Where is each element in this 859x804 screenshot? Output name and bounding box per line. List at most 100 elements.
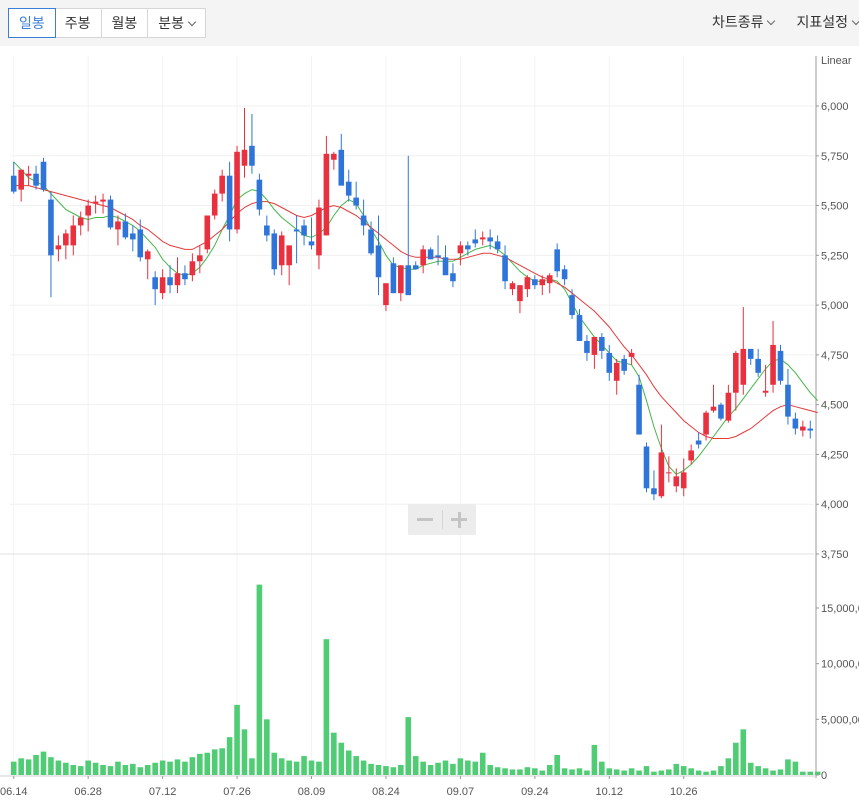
time-tick-label: 10.26 (670, 786, 698, 798)
volume-bar (695, 770, 702, 775)
volume-bar (323, 639, 330, 775)
price-tick-label: 5,250 (821, 250, 849, 262)
candle-body (487, 237, 493, 242)
candle (450, 263, 456, 288)
moving-average-line (13, 161, 819, 476)
volume-bar (412, 756, 419, 775)
volume-bar (115, 761, 121, 775)
volume-bar (107, 766, 114, 775)
volume-bar (301, 756, 307, 775)
candle (189, 253, 196, 282)
volume-bar (740, 729, 747, 775)
candle-body (70, 225, 77, 246)
candle-body (472, 239, 479, 244)
indicator-settings-button[interactable]: 지표설정 (796, 12, 859, 32)
candle-body (576, 315, 583, 341)
price-tick-label: 4,500 (821, 400, 849, 412)
candle-body (264, 225, 270, 236)
volume-bar (70, 764, 77, 775)
candle-body (278, 235, 285, 266)
candle-body (435, 255, 441, 258)
grid-lines (10, 56, 814, 775)
volume-bar (576, 768, 583, 775)
candle (718, 402, 724, 421)
candle-body (405, 265, 412, 296)
candle-body (695, 440, 702, 445)
candle (122, 213, 129, 240)
candle (569, 289, 575, 320)
volume-bar (524, 767, 531, 775)
candle (219, 169, 225, 202)
time-tick-label: 08.09 (298, 786, 326, 798)
volume-bar (331, 732, 337, 775)
volume-bar (85, 760, 91, 775)
candle-body (718, 404, 724, 419)
volume-bar (226, 737, 233, 775)
candle-body (271, 233, 278, 270)
volume-bar (680, 766, 687, 775)
candle-body (770, 344, 776, 385)
volume-bar (159, 760, 166, 775)
candle-body (755, 358, 761, 373)
candle-body (182, 273, 188, 280)
volume-bar (584, 770, 590, 775)
candle (703, 410, 709, 441)
volume-bar (383, 766, 389, 775)
volume-bar (345, 750, 352, 775)
volume-bar (33, 754, 39, 775)
candle (226, 161, 233, 242)
candle-body (800, 426, 806, 431)
volume-bar (100, 764, 106, 775)
candle-body (494, 241, 501, 250)
candle-body (561, 269, 568, 280)
indicator-settings-label: 지표설정 (796, 14, 848, 30)
volume-bar (472, 761, 479, 775)
candle-body (204, 215, 211, 250)
candle-body (457, 245, 464, 254)
candle-body (613, 362, 620, 381)
volume-bar (457, 758, 464, 775)
price-tick-label: 4,250 (821, 449, 849, 461)
candle (591, 336, 598, 369)
zoom-in-button[interactable] (442, 504, 476, 535)
volume-bar (703, 771, 709, 775)
candle (174, 257, 181, 294)
tab-minute[interactable]: 분봉 (148, 9, 205, 37)
candle (338, 133, 345, 186)
candle (777, 344, 784, 385)
tab-weekly[interactable]: 주봉 (55, 9, 102, 37)
volume-bar (278, 758, 285, 775)
candle (442, 245, 449, 276)
chevron-down-icon (767, 16, 776, 26)
volume-bar (189, 757, 196, 775)
volume-bar (643, 766, 650, 775)
plus-icon (451, 511, 468, 528)
candle (182, 265, 188, 286)
volume-bar (182, 761, 188, 775)
candle-body (241, 149, 248, 166)
volume-bar (725, 758, 732, 775)
candle (472, 229, 479, 248)
chart-toolbar: 일봉 주봉 월봉 분봉 차트종류 지표설정 (0, 0, 859, 46)
volume-bar (144, 764, 151, 775)
volume-bar (718, 766, 724, 775)
candle (323, 135, 330, 236)
candle-body (301, 225, 307, 236)
candle-body (383, 283, 389, 306)
candle-body (375, 245, 382, 278)
chart-type-button[interactable]: 차트종류 (712, 12, 776, 32)
zoom-out-button[interactable] (408, 504, 442, 535)
candle-body (107, 199, 114, 228)
candle-body (197, 255, 203, 262)
candle (643, 442, 650, 493)
candle-body (63, 233, 69, 246)
candle-body (77, 217, 84, 226)
volume-bar (807, 771, 814, 775)
stock-chart[interactable]: Linear 3,750 4,000 4,250 4,500 4,750 5,000 5,25… (0, 46, 859, 804)
candle (755, 348, 761, 377)
volume-bar (502, 768, 508, 775)
candle (688, 444, 694, 465)
tab-daily[interactable]: 일봉 (8, 8, 56, 38)
tab-monthly[interactable]: 월봉 (102, 9, 149, 37)
volume-bar (606, 768, 613, 775)
